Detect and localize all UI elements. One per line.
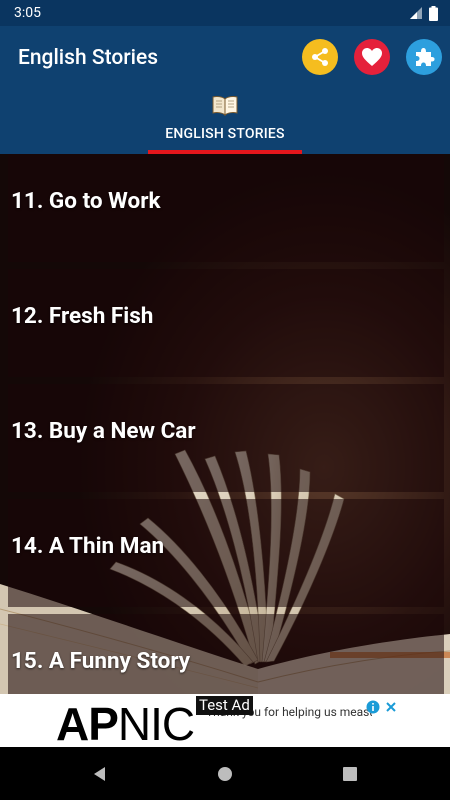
ad-logo: APNIC xyxy=(56,697,195,747)
app-screen: 3:05 English Stories ENGLISH STORIES 11.… xyxy=(0,0,450,800)
tab-english-stories[interactable]: ENGLISH STORIES xyxy=(148,90,302,154)
story-title: 15. A Funny Story xyxy=(11,648,191,674)
app-bar-actions xyxy=(302,39,442,75)
ad-banner[interactable]: APNIC Thank you for helping us measure t… xyxy=(0,694,450,747)
list-item[interactable]: 15. A Funny Story xyxy=(8,614,444,694)
tab-bar: ENGLISH STORIES xyxy=(0,90,450,154)
signal-icon xyxy=(410,7,422,19)
ad-info-icon[interactable] xyxy=(366,700,380,714)
ad-close-icon[interactable] xyxy=(384,700,398,714)
story-title: 13. Buy a New Car xyxy=(11,418,196,444)
recent-apps-icon[interactable] xyxy=(340,764,360,784)
status-time: 3:05 xyxy=(14,5,41,21)
story-title: 11. Go to Work xyxy=(11,188,161,214)
list-item[interactable]: 12. Fresh Fish xyxy=(8,269,444,384)
app-bar: English Stories xyxy=(0,26,450,90)
test-ad-badge: Test Ad xyxy=(196,696,253,715)
ad-logo-light: NIC xyxy=(117,698,195,747)
back-icon[interactable] xyxy=(90,764,110,784)
app-title: English Stories xyxy=(18,46,159,70)
favorite-button[interactable] xyxy=(354,39,390,75)
system-icons xyxy=(409,5,438,21)
system-navigation-bar xyxy=(0,747,450,800)
status-bar: 3:05 xyxy=(0,0,450,26)
more-apps-button[interactable] xyxy=(406,39,442,75)
story-title: 14. A Thin Man xyxy=(11,533,165,559)
ad-logo-bold: AP xyxy=(56,698,119,747)
share-icon xyxy=(312,48,328,66)
home-icon[interactable] xyxy=(215,764,235,784)
share-button[interactable] xyxy=(302,39,338,75)
story-list: 11. Go to Work 12. Fresh Fish 13. Buy a … xyxy=(0,154,450,694)
open-book-icon xyxy=(212,96,238,116)
story-list-container[interactable]: 11. Go to Work 12. Fresh Fish 13. Buy a … xyxy=(0,154,450,694)
battery-icon xyxy=(429,5,438,21)
list-item[interactable]: 11. Go to Work xyxy=(8,154,444,269)
tab-label: ENGLISH STORIES xyxy=(165,126,285,142)
list-item[interactable]: 13. Buy a New Car xyxy=(8,384,444,499)
list-item[interactable]: 14. A Thin Man xyxy=(8,499,444,614)
heart-icon xyxy=(362,48,382,66)
story-title: 12. Fresh Fish xyxy=(11,303,154,329)
puzzle-icon xyxy=(416,48,435,66)
